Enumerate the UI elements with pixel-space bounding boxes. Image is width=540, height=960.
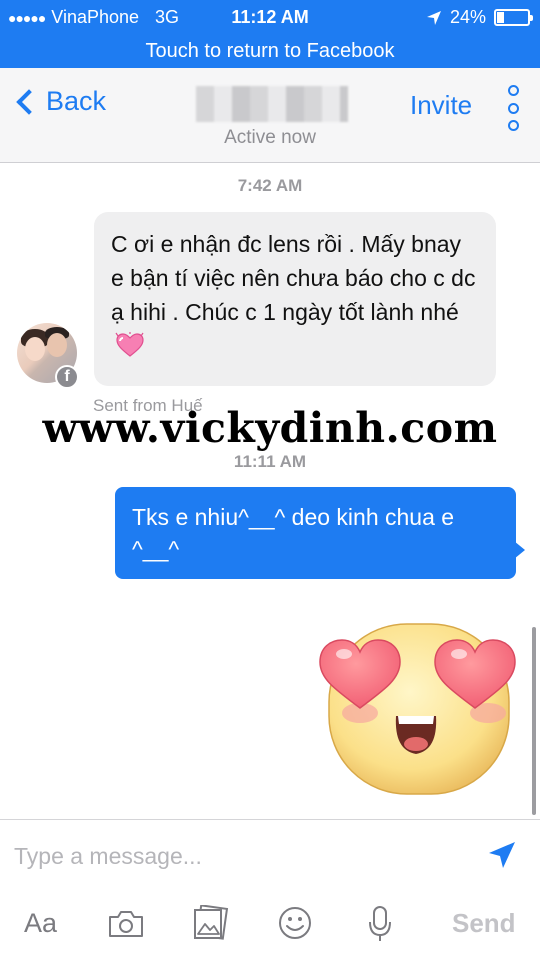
location-arrow-icon [426, 10, 441, 25]
sparkling-heart-icon [115, 332, 144, 357]
status-right: 24% [426, 7, 533, 28]
incoming-message-text: C ơi e nhận đc lens rồi . Mấy bnay e bận… [111, 231, 476, 325]
contact-name-redacted[interactable] [196, 86, 348, 122]
send-arrow-icon[interactable] [487, 840, 517, 870]
text-format-button[interactable]: Aa [24, 908, 57, 939]
message-composer: Aa Send [0, 819, 540, 960]
bubble-tail [514, 541, 525, 559]
outgoing-message-text: Tks e nhiu^__^ deo kinh chua e ^__^ [132, 504, 455, 562]
back-button[interactable]: Back [14, 86, 106, 117]
timestamp: 7:42 AM [237, 176, 303, 195]
invite-button[interactable]: Invite [410, 90, 472, 121]
status-bar: ●●●●● VinaPhone 3G 11:12 AM 24% [0, 0, 540, 36]
outgoing-message-bubble[interactable]: Tks e nhiu^__^ deo kinh chua e ^__^ [115, 487, 516, 579]
battery-fill [497, 12, 504, 23]
gallery-icon[interactable] [193, 905, 229, 941]
message-input[interactable] [14, 836, 474, 876]
back-label: Back [46, 86, 107, 116]
camera-icon[interactable] [108, 910, 144, 938]
scrollbar[interactable] [532, 627, 536, 815]
smiley-icon[interactable] [278, 906, 312, 940]
battery-icon [494, 9, 533, 26]
timestamp: 11:11 AM [233, 452, 307, 471]
battery-percent: 24% [449, 7, 486, 27]
microphone-icon[interactable] [367, 905, 393, 943]
heart-eyes-sticker[interactable] [318, 618, 516, 798]
chat-header: Back Active now Invite [0, 68, 540, 163]
facebook-badge-icon: f [55, 365, 79, 389]
incoming-message-bubble[interactable]: C ơi e nhận đc lens rồi . Mấy bnay e bận… [94, 212, 496, 386]
send-button[interactable]: Send [452, 908, 516, 939]
watermark: www.vickydinh.com [42, 404, 498, 452]
more-vertical-icon[interactable] [505, 85, 521, 131]
chevron-left-icon [16, 88, 42, 115]
contact-status: Active now [224, 127, 316, 148]
return-to-facebook-banner[interactable]: Touch to return to Facebook [0, 36, 540, 68]
